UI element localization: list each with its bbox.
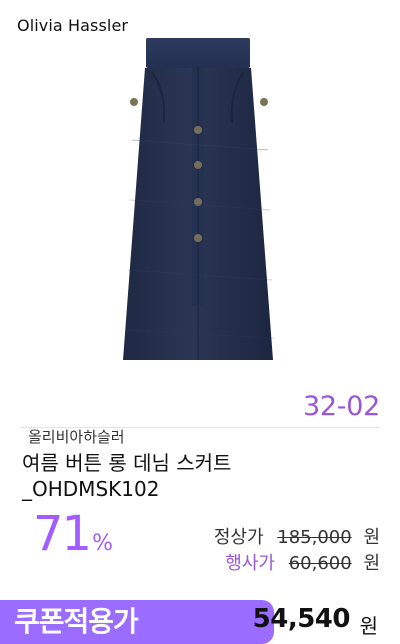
skirt-image[interactable] bbox=[108, 30, 288, 370]
coupon-price-currency: 원 bbox=[359, 614, 378, 638]
discount-value: 71 bbox=[33, 506, 92, 562]
event-price-currency: 원 bbox=[363, 553, 380, 574]
regular-price-value: 185,000 bbox=[277, 527, 352, 548]
event-price-label: 행사가 bbox=[225, 553, 275, 574]
coupon-price-label: 쿠폰적용가 bbox=[0, 600, 274, 644]
discount-rate: 71% bbox=[33, 506, 113, 562]
product-card[interactable]: Olivia Hassler 32-02 올리비아하슬러 여름 버튼 롱 데님 … bbox=[0, 0, 400, 644]
regular-price-currency: 원 bbox=[363, 527, 380, 548]
brand-name: 올리비아하슬러 bbox=[28, 428, 125, 446]
regular-price-label: 정상가 bbox=[213, 527, 264, 548]
discount-unit: % bbox=[92, 531, 113, 556]
product-name[interactable]: 여름 버튼 롱 데님 스커트 _OHDMSK102 bbox=[22, 450, 352, 502]
regular-price-row: 정상가 185,000 원 bbox=[214, 523, 380, 549]
coupon-price-bar[interactable]: 쿠폰적용가 54,540 원 bbox=[0, 594, 400, 644]
event-price-value: 60,600 bbox=[288, 553, 352, 574]
event-code: 32-02 bbox=[303, 391, 380, 422]
event-price-row: 행사가 60,600 원 bbox=[225, 549, 380, 575]
coupon-price-value: 54,540 bbox=[252, 604, 351, 634]
